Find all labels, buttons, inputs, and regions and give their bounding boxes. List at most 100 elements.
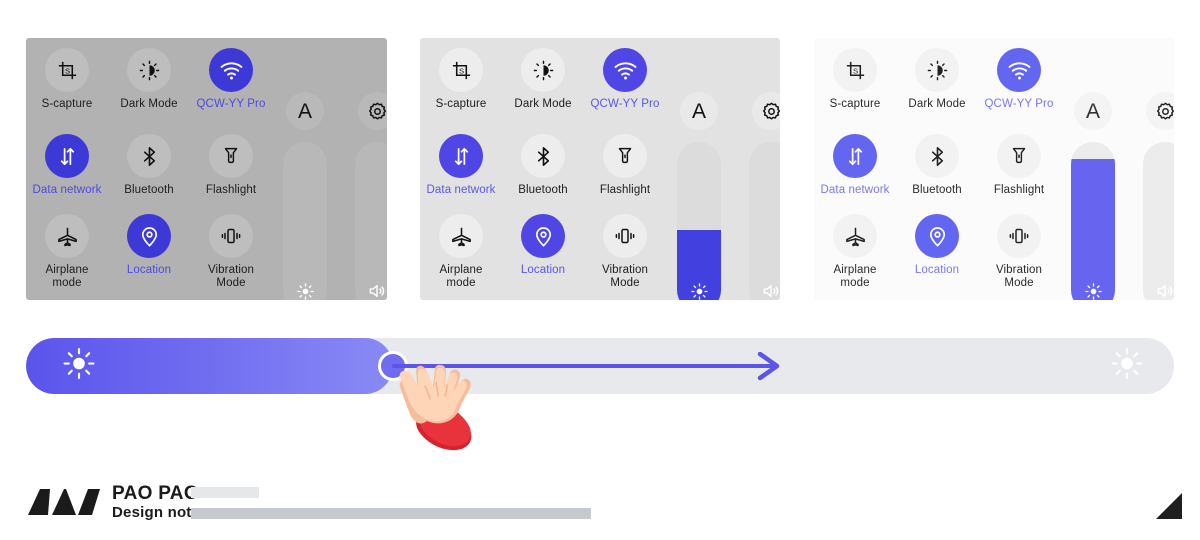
svg-text:S: S bbox=[852, 66, 857, 75]
tile-grid: S S-capture Dark Mode QCW-YY Pro Data ne… bbox=[814, 38, 1060, 300]
tile-location[interactable]: Location bbox=[108, 214, 190, 300]
tile-label: Data network bbox=[32, 184, 102, 196]
tile-wifi[interactable]: QCW-YY Pro bbox=[978, 48, 1060, 134]
corner-triangle-icon bbox=[1150, 491, 1184, 526]
tile-airplane-mode[interactable]: Airplane mode bbox=[814, 214, 896, 300]
tile-dark-mode[interactable]: Dark Mode bbox=[502, 48, 584, 134]
panel-brightness-slider[interactable] bbox=[1071, 142, 1115, 300]
data-network-icon[interactable] bbox=[439, 134, 483, 178]
tile-label: QCW-YY Pro bbox=[196, 98, 266, 110]
tile-s-capture[interactable]: S S-capture bbox=[420, 48, 502, 134]
tile-data-network[interactable]: Data network bbox=[420, 134, 502, 220]
bluetooth-icon[interactable] bbox=[127, 134, 171, 178]
tile-airplane-mode[interactable]: Airplane mode bbox=[420, 214, 502, 300]
tile-location[interactable]: Location bbox=[502, 214, 584, 300]
pao-pao-logo-mark bbox=[26, 485, 102, 519]
tile-label: Data network bbox=[820, 184, 890, 196]
tile-label: S-capture bbox=[435, 98, 487, 110]
tile-label: Bluetooth bbox=[518, 184, 568, 196]
location-pin-icon[interactable] bbox=[521, 214, 565, 258]
tile-label: Dark Mode bbox=[908, 98, 966, 110]
tile-s-capture[interactable]: S S-capture bbox=[814, 48, 896, 134]
tile-grid: S S-capture Dark Mode QCW-YY Pro Data ne… bbox=[420, 38, 666, 300]
svg-text:S: S bbox=[458, 66, 463, 75]
tile-wifi[interactable]: QCW-YY Pro bbox=[190, 48, 272, 134]
flashlight-icon[interactable] bbox=[603, 134, 647, 178]
slider-knob-volume[interactable] bbox=[749, 270, 780, 300]
tile-label: Flashlight bbox=[993, 184, 1045, 196]
tile-vibration-mode[interactable]: Vibration Mode bbox=[978, 214, 1060, 300]
tile-airplane-mode[interactable]: Airplane mode bbox=[26, 214, 108, 300]
auto-brightness-label: A bbox=[297, 99, 312, 123]
wifi-icon[interactable] bbox=[603, 48, 647, 92]
airplane-icon[interactable] bbox=[45, 214, 89, 258]
slider-knob-brightness[interactable] bbox=[677, 270, 721, 300]
data-network-icon[interactable] bbox=[45, 134, 89, 178]
tile-vibration-mode[interactable]: Vibration Mode bbox=[190, 214, 272, 300]
dark-mode-icon[interactable] bbox=[127, 48, 171, 92]
tile-label: Vibration Mode bbox=[207, 264, 255, 289]
auto-brightness-label: A bbox=[1085, 99, 1100, 123]
dark-mode-icon[interactable] bbox=[915, 48, 959, 92]
vibration-icon[interactable] bbox=[209, 214, 253, 258]
footer-branding: PAO PAO Design notes bbox=[26, 484, 209, 520]
slider-knob-brightness[interactable] bbox=[283, 270, 327, 300]
tile-bluetooth[interactable]: Bluetooth bbox=[108, 134, 190, 220]
tile-location[interactable]: Location bbox=[896, 214, 978, 300]
flashlight-icon[interactable] bbox=[997, 134, 1041, 178]
dark-mode-icon[interactable] bbox=[521, 48, 565, 92]
wifi-icon[interactable] bbox=[209, 48, 253, 92]
screenshot-capture-icon[interactable]: S bbox=[833, 48, 877, 92]
tile-bluetooth[interactable]: Bluetooth bbox=[502, 134, 584, 220]
airplane-icon[interactable] bbox=[833, 214, 877, 258]
auto-brightness-a-icon[interactable]: A bbox=[286, 92, 324, 130]
panel-volume-slider[interactable] bbox=[749, 142, 780, 300]
panel-brightness-slider[interactable] bbox=[677, 142, 721, 300]
tile-s-capture[interactable]: S S-capture bbox=[26, 48, 108, 134]
sun-icon bbox=[1110, 347, 1144, 386]
tile-flashlight[interactable]: Flashlight bbox=[584, 134, 666, 220]
tile-flashlight[interactable]: Flashlight bbox=[190, 134, 272, 220]
panel-volume-slider[interactable] bbox=[1143, 142, 1174, 300]
bluetooth-icon[interactable] bbox=[521, 134, 565, 178]
tile-dark-mode[interactable]: Dark Mode bbox=[896, 48, 978, 134]
data-network-icon[interactable] bbox=[833, 134, 877, 178]
screenshot-capture-icon[interactable]: S bbox=[45, 48, 89, 92]
tile-data-network[interactable]: Data network bbox=[814, 134, 896, 220]
flashlight-icon[interactable] bbox=[209, 134, 253, 178]
slider-knob-brightness[interactable] bbox=[1071, 270, 1115, 300]
gear-icon[interactable] bbox=[358, 92, 387, 130]
screenshot-capture-icon[interactable]: S bbox=[439, 48, 483, 92]
panel-volume-slider[interactable] bbox=[355, 142, 387, 300]
tile-label: Vibration Mode bbox=[995, 264, 1043, 289]
tile-data-network[interactable]: Data network bbox=[26, 134, 108, 220]
tile-label: Dark Mode bbox=[514, 98, 572, 110]
tile-flashlight[interactable]: Flashlight bbox=[978, 134, 1060, 220]
tile-label: Bluetooth bbox=[124, 184, 174, 196]
wifi-icon[interactable] bbox=[997, 48, 1041, 92]
tile-wifi[interactable]: QCW-YY Pro bbox=[584, 48, 666, 134]
gear-icon[interactable] bbox=[752, 92, 780, 130]
slider-knob-volume[interactable] bbox=[355, 270, 387, 300]
tile-vibration-mode[interactable]: Vibration Mode bbox=[584, 214, 666, 300]
auto-brightness-a-icon[interactable]: A bbox=[1074, 92, 1112, 130]
svg-text:S: S bbox=[64, 66, 69, 75]
vibration-icon[interactable] bbox=[603, 214, 647, 258]
tile-grid: S S-capture Dark Mode QCW-YY Pro Data ne… bbox=[26, 38, 272, 300]
tile-label: Location bbox=[126, 264, 172, 276]
gear-icon[interactable] bbox=[1146, 92, 1174, 130]
tile-label: Location bbox=[520, 264, 566, 276]
panel-brightness-slider[interactable] bbox=[283, 142, 327, 300]
tile-bluetooth[interactable]: Bluetooth bbox=[896, 134, 978, 220]
vibration-icon[interactable] bbox=[997, 214, 1041, 258]
bluetooth-icon[interactable] bbox=[915, 134, 959, 178]
auto-brightness-a-icon[interactable]: A bbox=[680, 92, 718, 130]
placeholder-bar-long bbox=[191, 508, 591, 519]
slider-knob-volume[interactable] bbox=[1143, 270, 1174, 300]
design-notes-canvas: S S-capture Dark Mode QCW-YY Pro Data ne… bbox=[0, 0, 1200, 540]
airplane-icon[interactable] bbox=[439, 214, 483, 258]
location-pin-icon[interactable] bbox=[915, 214, 959, 258]
location-pin-icon[interactable] bbox=[127, 214, 171, 258]
tile-dark-mode[interactable]: Dark Mode bbox=[108, 48, 190, 134]
tile-label: Bluetooth bbox=[912, 184, 962, 196]
